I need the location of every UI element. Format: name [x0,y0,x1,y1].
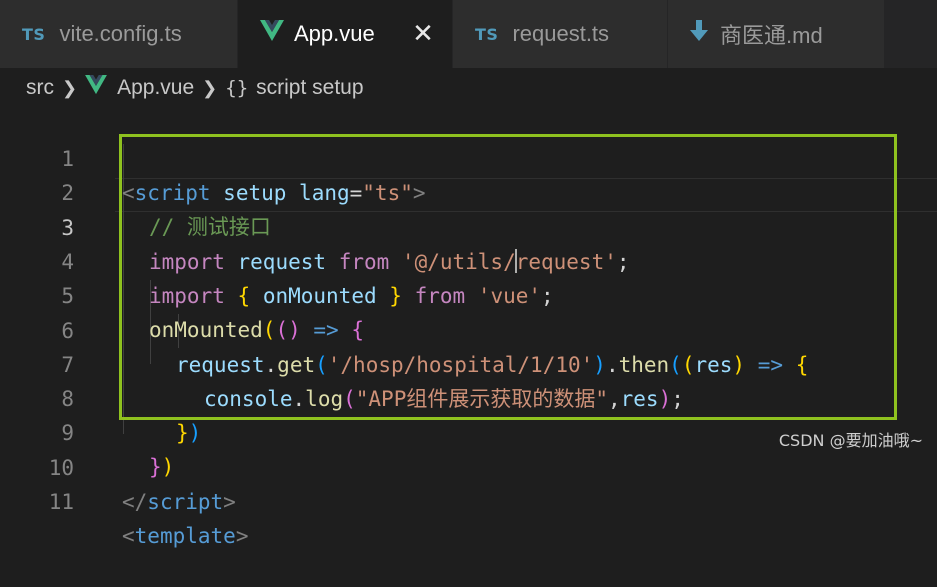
tab-vite-config[interactable]: TS vite.config.ts [0,0,237,68]
breadcrumb-symbol-label: script setup [256,76,364,99]
markdown-file-icon [690,20,708,48]
chevron-right-icon: ❯ [202,77,218,98]
breadcrumb-symbol[interactable]: {} script setup [225,76,363,100]
vue-file-icon [85,75,108,101]
tab-label: request.ts [512,21,610,46]
code-line: 11 <template> [0,451,937,548]
tab-label: vite.config.ts [59,21,182,46]
annotation-highlight-box [119,134,897,420]
breadcrumb-file[interactable]: App.vue [85,75,194,101]
braces-icon: {} [225,77,249,99]
close-icon[interactable]: ✕ [410,18,436,48]
editor-tab-bar: TS vite.config.ts App.vue ✕ TS request.t… [0,0,937,68]
line-number: 11 [48,490,74,514]
tab-app-vue[interactable]: App.vue ✕ [237,0,452,68]
tab-markdown[interactable]: 商医通.md [667,0,884,68]
chevron-right-icon: ❯ [62,77,78,98]
breadcrumb: src ❯ App.vue ❯ {} script setup [0,68,937,108]
watermark: CSDN @要加油哦~ [778,431,923,450]
breadcrumb-folder[interactable]: src [26,76,54,100]
tab-request-ts[interactable]: TS request.ts [452,0,667,68]
typescript-file-icon: TS [475,24,499,44]
breadcrumb-file-label: App.vue [117,76,195,99]
tab-label: App.vue [294,21,375,46]
tab-label: 商医通.md [720,23,823,48]
typescript-file-icon: TS [22,24,46,44]
vue-file-icon [260,20,284,48]
